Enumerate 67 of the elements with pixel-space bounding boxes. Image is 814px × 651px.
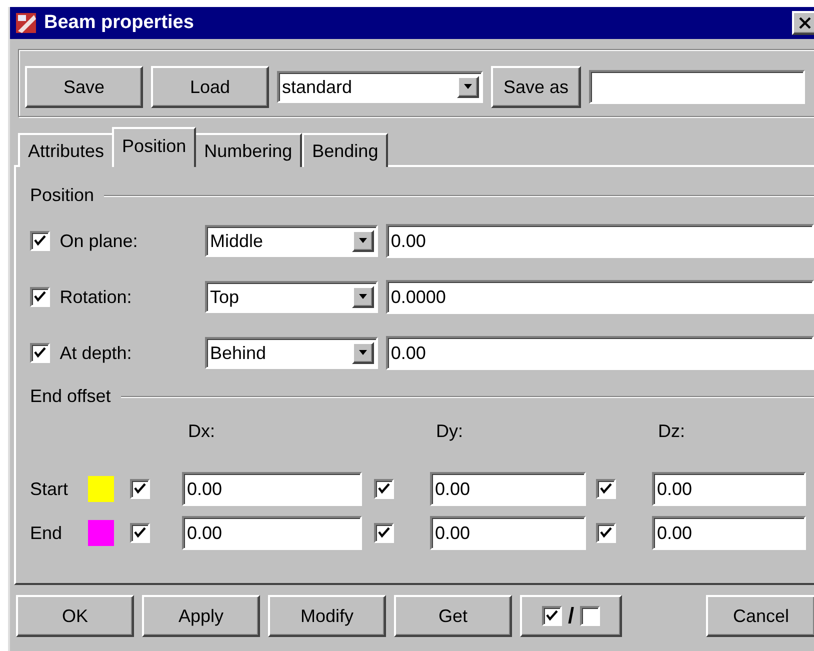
- checkbox-icon[interactable]: [542, 606, 562, 626]
- check-mark-icon: [378, 483, 390, 495]
- column-label: Dy:: [435, 421, 464, 442]
- close-icon: [799, 17, 811, 29]
- offset-field[interactable]: 0.00: [182, 516, 362, 550]
- save-button[interactable]: Save: [25, 66, 143, 108]
- checkbox[interactable]: [596, 523, 616, 543]
- load-button[interactable]: Load: [151, 66, 269, 108]
- caret-icon: [463, 84, 473, 90]
- dialog-button[interactable]: Apply: [142, 595, 260, 637]
- field-label: Rotation:: [60, 286, 133, 308]
- checkbox[interactable]: [30, 343, 50, 363]
- checkbox-icon[interactable]: [580, 606, 600, 626]
- checkbox[interactable]: [130, 523, 150, 543]
- dialog-button[interactable]: Get: [394, 595, 512, 637]
- checkbox[interactable]: [130, 479, 150, 499]
- check-mark-icon: [600, 527, 612, 539]
- offset-field[interactable]: 0.00: [182, 472, 362, 506]
- tab[interactable]: Position: [112, 127, 196, 167]
- row-label: Start: [30, 478, 70, 500]
- offset-field[interactable]: 0.00: [430, 516, 586, 550]
- section-heading: End offset: [30, 386, 111, 407]
- check-toggle-button[interactable]: /: [520, 595, 622, 637]
- tab[interactable]: Bending: [302, 133, 388, 167]
- option-dropdown[interactable]: Top: [204, 281, 378, 313]
- check-mark-icon: [378, 527, 390, 539]
- column-label: Dx:: [187, 421, 216, 442]
- check-mark-icon: [134, 527, 146, 539]
- field-label: On plane:: [60, 230, 139, 252]
- value-field[interactable]: 0.0000: [386, 280, 814, 314]
- row-label: End: [30, 522, 64, 544]
- tab[interactable]: Numbering: [194, 133, 302, 167]
- check-mark-icon: [34, 291, 46, 303]
- checkbox[interactable]: [596, 479, 616, 499]
- offset-field[interactable]: 0.00: [652, 472, 806, 506]
- name-field[interactable]: [589, 70, 805, 104]
- option-dropdown[interactable]: Behind: [204, 337, 378, 369]
- save-as-button[interactable]: Save as: [491, 66, 581, 108]
- section-heading: Position: [30, 185, 94, 206]
- value-field[interactable]: 0.00: [386, 224, 814, 258]
- check-mark-icon: [34, 347, 46, 359]
- separator-text: /: [568, 603, 574, 629]
- dialog-button[interactable]: OK: [16, 595, 134, 637]
- app-icon: [14, 11, 38, 35]
- check-mark-icon: [34, 235, 46, 247]
- check-mark-icon: [600, 483, 612, 495]
- cancel-button[interactable]: Cancel: [706, 595, 814, 637]
- preset-dropdown[interactable]: standard: [277, 71, 483, 103]
- window-title: Beam properties: [44, 12, 195, 34]
- offset-field[interactable]: 0.00: [430, 472, 586, 506]
- value-field[interactable]: 0.00: [386, 336, 814, 370]
- checkbox[interactable]: [374, 479, 394, 499]
- dialog-button[interactable]: Modify: [268, 595, 386, 637]
- field-label: At depth:: [60, 342, 133, 364]
- check-mark-icon: [546, 610, 558, 622]
- offset-field[interactable]: 0.00: [652, 516, 806, 550]
- checkbox[interactable]: [374, 523, 394, 543]
- option-dropdown[interactable]: Middle: [204, 225, 378, 257]
- caret-icon: [358, 238, 368, 244]
- caret-icon: [358, 350, 368, 356]
- caret-icon: [358, 294, 368, 300]
- tab[interactable]: Attributes: [18, 133, 114, 167]
- check-mark-icon: [134, 483, 146, 495]
- checkbox[interactable]: [30, 287, 50, 307]
- column-label: Dz:: [657, 421, 686, 442]
- checkbox[interactable]: [30, 231, 50, 251]
- close-button[interactable]: [792, 11, 814, 35]
